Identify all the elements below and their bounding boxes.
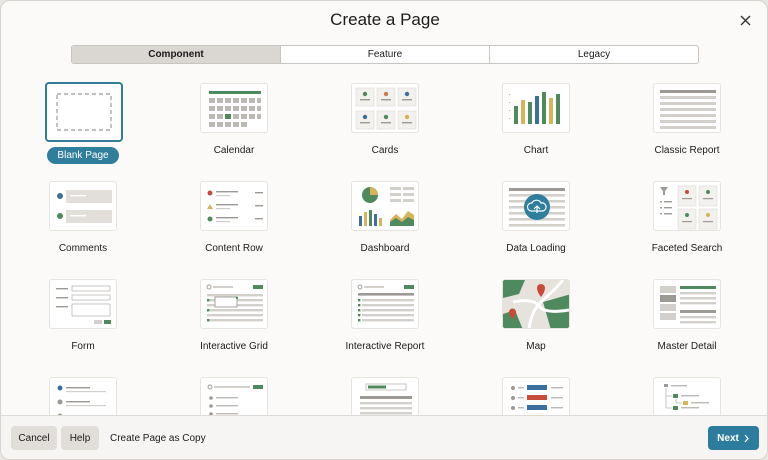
create-page-as-copy-button[interactable]: Create Page as Copy — [110, 426, 206, 450]
tree-icon — [653, 377, 721, 415]
page-type-label: Content Row — [205, 243, 263, 254]
search-page-icon — [200, 377, 268, 415]
master-detail-icon — [653, 279, 721, 329]
content-row-icon — [200, 181, 268, 231]
page-type-interactive-report[interactable]: Interactive Report — [315, 269, 455, 355]
interactive-grid-icon — [200, 279, 268, 329]
page-type-interactive-grid[interactable]: Interactive Grid — [164, 269, 304, 355]
form-icon — [49, 279, 117, 329]
close-icon[interactable] — [735, 10, 757, 32]
page-type-master-detail[interactable]: Master Detail — [617, 269, 757, 355]
dashboard-icon — [351, 181, 419, 231]
page-type-label: Chart — [523, 145, 549, 156]
page-type-label: Blank Page — [47, 147, 119, 164]
chevron-right-icon — [743, 434, 750, 443]
status-report-icon — [502, 377, 570, 415]
tab-feature[interactable]: Feature — [280, 46, 489, 63]
page-type-search-page[interactable] — [164, 367, 304, 415]
dialog-title: Create a Page — [330, 10, 440, 29]
dialog-footer: Cancel Help Create Page as Copy Next — [1, 415, 767, 459]
page-type-faceted-search[interactable]: Faceted Search — [617, 171, 757, 257]
classic-report-icon — [653, 83, 721, 133]
page-type-data-loading[interactable]: Data Loading — [466, 171, 606, 257]
page-type-blank-page[interactable]: Blank Page — [13, 73, 153, 164]
page-type-label: Cards — [371, 145, 399, 156]
page-type-label: Master Detail — [657, 341, 717, 352]
data-loading-icon — [502, 181, 570, 231]
page-type-tree[interactable] — [617, 367, 757, 415]
page-type-label: Map — [526, 341, 546, 352]
page-type-calendar[interactable]: Calendar — [164, 73, 304, 159]
smart-filters-icon — [351, 377, 419, 415]
page-type-classic-report[interactable]: Classic Report — [617, 73, 757, 159]
page-type-map[interactable]: Map — [466, 269, 606, 355]
page-type-label: Dashboard — [360, 243, 410, 254]
tab-bar: Component Feature Legacy — [71, 45, 699, 64]
cancel-button[interactable]: Cancel — [11, 426, 57, 450]
page-type-smart-filters[interactable] — [315, 367, 455, 415]
calendar-icon — [200, 83, 268, 133]
dialog-header: Create a Page — [1, 1, 767, 41]
page-type-form[interactable]: Form — [13, 269, 153, 355]
tab-legacy[interactable]: Legacy — [489, 46, 698, 63]
comments-icon — [49, 181, 117, 231]
help-button[interactable]: Help — [61, 426, 99, 450]
page-type-label: Calendar — [213, 145, 255, 156]
cards-icon — [351, 83, 419, 133]
page-type-status-report[interactable] — [466, 367, 606, 415]
page-type-content-row[interactable]: Content Row — [164, 171, 304, 257]
blank-page-icon — [45, 82, 123, 142]
page-type-label: Interactive Grid — [200, 341, 268, 352]
map-icon — [502, 279, 570, 329]
page-type-list-view[interactable] — [13, 367, 153, 415]
page-type-cards[interactable]: Cards — [315, 73, 455, 159]
interactive-report-icon — [351, 279, 419, 329]
page-type-label: Classic Report — [654, 145, 720, 156]
list-view-icon — [49, 377, 117, 415]
page-type-label: Form — [71, 341, 95, 352]
page-type-label: Interactive Report — [345, 341, 425, 352]
chart-icon — [502, 83, 570, 133]
page-type-label: Data Loading — [506, 243, 566, 254]
tab-component[interactable]: Component — [72, 46, 280, 63]
page-type-label: Comments — [58, 243, 108, 254]
page-type-comments[interactable]: Comments — [13, 171, 153, 257]
next-button[interactable]: Next — [708, 426, 759, 450]
page-type-chart[interactable]: Chart — [466, 73, 606, 159]
next-button-label: Next — [717, 432, 739, 444]
page-type-dashboard[interactable]: Dashboard — [315, 171, 455, 257]
page-type-grid: Blank Page Calendar Cards Chart Classic … — [1, 73, 767, 415]
create-page-dialog: Create a Page Component Feature Legacy B… — [0, 0, 768, 460]
page-type-label: Faceted Search — [651, 243, 723, 254]
faceted-search-icon — [653, 181, 721, 231]
